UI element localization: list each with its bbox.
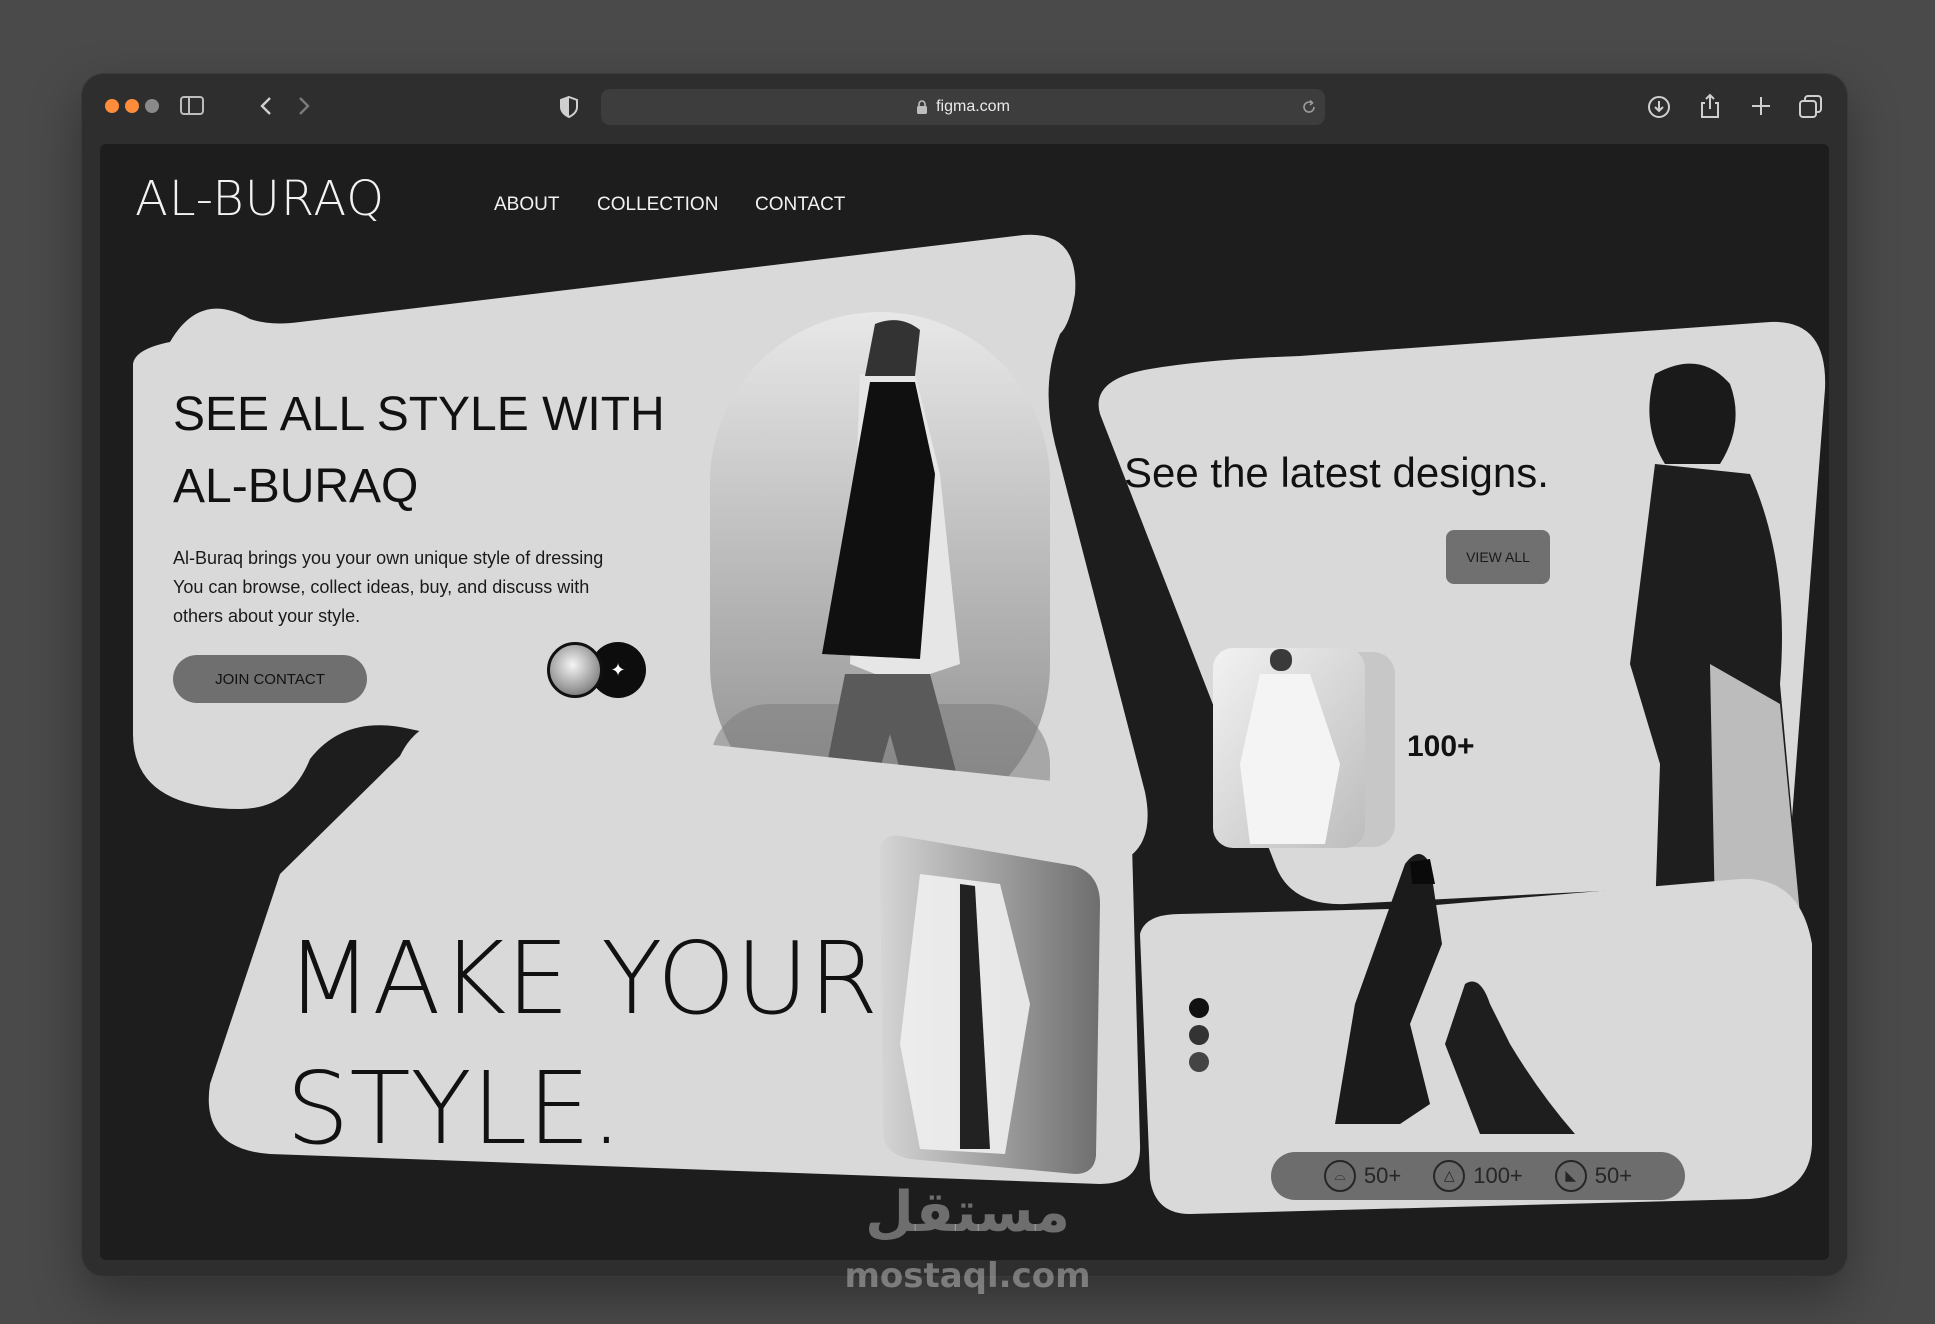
- plus-icon[interactable]: [1750, 95, 1772, 117]
- style-title-line2: STYLE.: [286, 1050, 623, 1167]
- style-title-line1: MAKE YOUR: [286, 920, 879, 1037]
- chevron-left-icon[interactable]: [258, 95, 274, 117]
- latest-count: 100+: [1407, 730, 1475, 763]
- download-icon[interactable]: [1646, 94, 1672, 120]
- style-photo: [880, 835, 1100, 1174]
- minimize-window-button[interactable]: [125, 99, 139, 113]
- sidebar-icon[interactable]: [180, 95, 204, 117]
- address-bar[interactable]: figma.com: [601, 89, 1325, 125]
- share-icon[interactable]: [1698, 92, 1722, 120]
- view-all-button[interactable]: VIEW ALL: [1446, 530, 1550, 584]
- hero-title: SEE ALL STYLE WITH AL-BURAQ: [173, 388, 665, 513]
- close-window-button[interactable]: [105, 99, 119, 113]
- chevron-right-icon[interactable]: [296, 95, 312, 117]
- watermark-latin: mostaql.com: [844, 1256, 1091, 1296]
- join-contact-button[interactable]: JOIN CONTACT: [173, 655, 367, 703]
- style-title: MAKE YOUR STYLE.: [286, 914, 878, 1174]
- latest-thumbnail: [1213, 648, 1395, 848]
- carousel-dot[interactable]: [1189, 1052, 1209, 1072]
- browser-toolbar: figma.com: [82, 74, 1847, 142]
- shield-icon[interactable]: [559, 95, 579, 119]
- tabs-icon[interactable]: [1798, 94, 1824, 120]
- browser-window: figma.com AL-BURAQ ABOUT COLLECTION CONT…: [82, 74, 1847, 1276]
- page-viewport: AL-BURAQ ABOUT COLLECTION CONTACT SEE AL…: [100, 144, 1829, 1260]
- latest-title: See the latest designs.: [1124, 449, 1549, 496]
- reload-icon[interactable]: [1301, 99, 1317, 115]
- carousel-dot[interactable]: [1189, 998, 1209, 1018]
- lock-icon: [917, 100, 928, 114]
- watermark-arabic: مستقل: [865, 1180, 1070, 1245]
- hero-description: Al-Buraq brings you your own unique styl…: [173, 548, 604, 626]
- zoom-window-button[interactable]: [145, 99, 159, 113]
- carousel-dot[interactable]: [1189, 1025, 1209, 1045]
- url-text: figma.com: [936, 98, 1010, 115]
- moon-icon[interactable]: [547, 642, 603, 698]
